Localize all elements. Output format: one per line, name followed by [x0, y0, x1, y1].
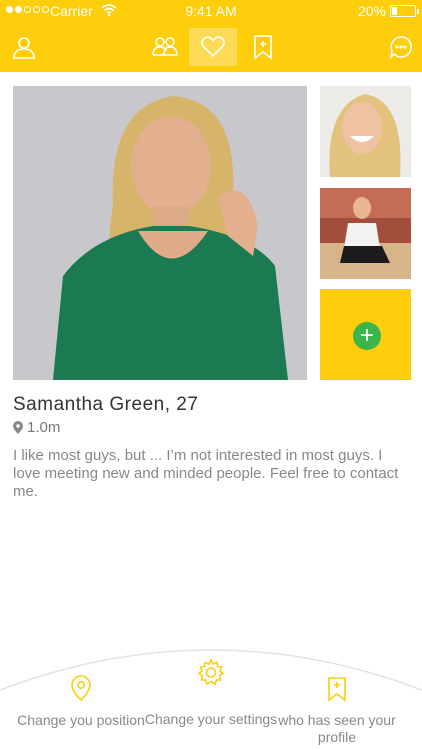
bookmark-icon: [254, 35, 272, 60]
favorites-tab[interactable]: [189, 28, 237, 66]
change-settings-label: Change your settings: [144, 711, 278, 727]
chat-button[interactable]: [383, 29, 419, 65]
photo-thumbnail-1[interactable]: [320, 86, 411, 177]
battery-icon: [390, 5, 419, 17]
location-pin-icon: [71, 675, 91, 702]
main-profile-photo[interactable]: ✕: [13, 86, 307, 380]
profile-bio: I like most guys, but ... I’m not intere…: [13, 447, 399, 500]
profile-icon: [13, 37, 35, 59]
people-button[interactable]: [147, 29, 183, 65]
photo-illustration: [13, 86, 307, 380]
change-position-label: Change you position: [17, 712, 145, 728]
profile-button[interactable]: [6, 29, 42, 65]
bottom-actions-bar: Change you position Change your settings…: [0, 640, 422, 750]
location-pin-icon: [13, 421, 23, 434]
change-position-button[interactable]: Change you position: [11, 674, 151, 729]
top-bar: Carrier 9:41 AM 20%: [0, 0, 422, 72]
add-photo-button[interactable]: +: [353, 322, 381, 350]
status-bar: Carrier 9:41 AM 20%: [0, 0, 422, 22]
heart-icon: [201, 36, 225, 58]
bookmark-icon: [328, 677, 346, 702]
distance-value: 1.0m: [27, 419, 61, 436]
who-viewed-label: who has seen your profile: [278, 712, 396, 745]
thumbnail-illustration: [320, 188, 411, 279]
bookmarks-button[interactable]: [245, 29, 281, 65]
battery-percent: 20%: [357, 3, 386, 19]
change-settings-button[interactable]: Change your settings: [141, 657, 281, 728]
thumbnail-illustration: [320, 86, 411, 177]
group-icon: [152, 37, 178, 56]
photo-thumbnail-2[interactable]: [320, 188, 411, 279]
gear-icon: [197, 658, 225, 686]
profile-name-age: Samantha Green, 27: [13, 394, 199, 415]
add-photo-tile[interactable]: +: [320, 289, 411, 380]
profile-distance: 1.0m: [13, 419, 60, 436]
chat-icon: [389, 36, 412, 59]
who-viewed-button[interactable]: who has seen your profile: [267, 676, 407, 746]
